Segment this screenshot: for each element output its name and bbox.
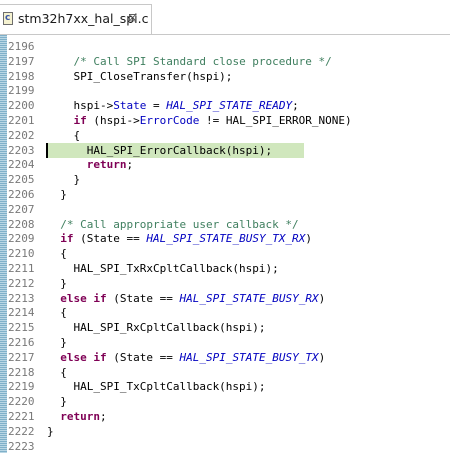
line-number: 2218 [8,365,35,379]
line-number: 2196 [8,40,35,53]
line-number: 2208 [8,217,35,231]
code-line[interactable]: 2211 HAL_SPI_TxRxCpltCallback(hspi); [0,261,450,276]
code-text: /* Call appropriate user callback */ [60,217,299,231]
code-line[interactable]: 2207 [0,202,450,217]
code-line[interactable]: 2215 HAL_SPI_RxCpltCallback(hspi); [0,320,450,335]
code-line[interactable]: 2209 if (State == HAL_SPI_STATE_BUSY_TX_… [0,231,450,246]
line-number: 2222 [8,424,35,438]
code-line[interactable]: 2197 /* Call SPI Standard close procedur… [0,54,450,69]
code-text: return; [60,410,107,423]
close-icon[interactable]: ⊠ [128,11,140,24]
code-text: HAL_SPI_TxRxCpltCallback(hspi); [47,262,279,275]
code-line[interactable]: 2204 return; [0,157,450,172]
c-file-icon: c [3,12,13,25]
code-line[interactable]: 2196 [0,39,450,54]
code-text: } [47,424,54,438]
line-number: 2221 [8,410,35,423]
line-number: 2202 [8,128,35,142]
code-line[interactable]: 2219 HAL_SPI_TxCpltCallback(hspi); [0,379,450,394]
line-number: 2213 [8,291,35,305]
code-line[interactable]: 2212 } [0,276,450,291]
code-text: else if (State == HAL_SPI_STATE_BUSY_RX) [60,291,326,305]
code-line[interactable]: 2210 { [0,246,450,261]
code-text: } [47,173,81,187]
code-text: { [47,365,67,379]
code-text: { [47,306,67,320]
code-text: if (hspi->ErrorCode != HAL_SPI_ERROR_NON… [73,114,352,127]
line-number: 2209 [8,232,35,246]
line-number: 2203 [8,143,35,157]
line-number: 2220 [8,395,35,409]
code-text: HAL_SPI_ErrorCallback(hspi); [47,143,273,157]
code-line[interactable]: 2202 { [0,128,450,143]
c-file-icon-letter: c [5,13,11,23]
line-number: 2198 [8,69,35,83]
code-line[interactable]: 2199 [0,83,450,98]
line-number: 2206 [8,188,35,201]
line-number: 2215 [8,321,35,335]
code-line[interactable]: 2205 } [0,172,450,187]
code-line[interactable]: 2203 HAL_SPI_ErrorCallback(hspi); [0,142,450,158]
line-number: 2200 [8,99,35,113]
code-line[interactable]: 2223 [0,439,450,454]
code-line[interactable]: 2216 } [0,335,450,350]
line-number: 2205 [8,173,35,187]
code-line[interactable]: 2220 } [0,394,450,409]
line-number: 2217 [8,350,35,364]
code-line[interactable]: 2213 else if (State == HAL_SPI_STATE_BUS… [0,291,450,306]
line-number: 2211 [8,262,35,275]
code-text: } [47,188,67,201]
code-text: } [47,395,67,409]
code-line[interactable]: 2221 return; [0,409,450,424]
code-line[interactable]: 2222} [0,424,450,439]
code-line[interactable]: 2201 if (hspi->ErrorCode != HAL_SPI_ERRO… [0,113,450,128]
editor-tab[interactable]: c stm32h7xx_hal_spi.c ⊠ [0,4,152,34]
code-text: } [47,276,67,290]
line-number: 2197 [8,54,35,68]
code-line[interactable]: 2198 SPI_CloseTransfer(hspi); [0,69,450,84]
code-text: { [47,247,67,261]
code-text: else if (State == HAL_SPI_STATE_BUSY_TX) [60,350,326,364]
code-line[interactable]: 2217 else if (State == HAL_SPI_STATE_BUS… [0,350,450,365]
code-text: hspi->State = HAL_SPI_STATE_READY; [47,99,299,113]
line-number: 2223 [8,439,35,453]
code-line[interactable]: 2206 } [0,187,450,202]
code-line[interactable]: 2214 { [0,305,450,320]
code-text: } [47,336,67,349]
editor-tab-bar: c stm32h7xx_hal_spi.c ⊠ [0,0,450,35]
line-number: 2204 [8,158,35,172]
code-text: return; [86,158,134,172]
code-text: /* Call SPI Standard close procedure */ [73,54,332,68]
line-number: 2214 [8,306,35,320]
code-text: HAL_SPI_RxCpltCallback(hspi); [47,321,266,335]
code-line[interactable]: 2208 /* Call appropriate user callback *… [0,217,450,232]
code-text: SPI_CloseTransfer(hspi); [47,69,233,83]
code-text: if (State == HAL_SPI_STATE_BUSY_TX_RX) [60,232,312,246]
code-text: { [47,128,81,142]
line-number: 2216 [8,336,35,349]
line-number: 2219 [8,380,35,394]
code-line[interactable]: 2218 { [0,365,450,380]
code-editor[interactable]: 2196 2197 /* Call SPI Standard close proc… [0,35,450,453]
code-line[interactable]: 2200 hspi->State = HAL_SPI_STATE_READY; [0,98,450,113]
code-text: HAL_SPI_TxCpltCallback(hspi); [47,380,266,394]
line-number: 2210 [8,247,35,261]
line-number: 2199 [8,84,35,98]
line-number: 2212 [8,276,35,290]
line-number: 2207 [8,202,35,216]
line-number: 2201 [8,114,35,127]
